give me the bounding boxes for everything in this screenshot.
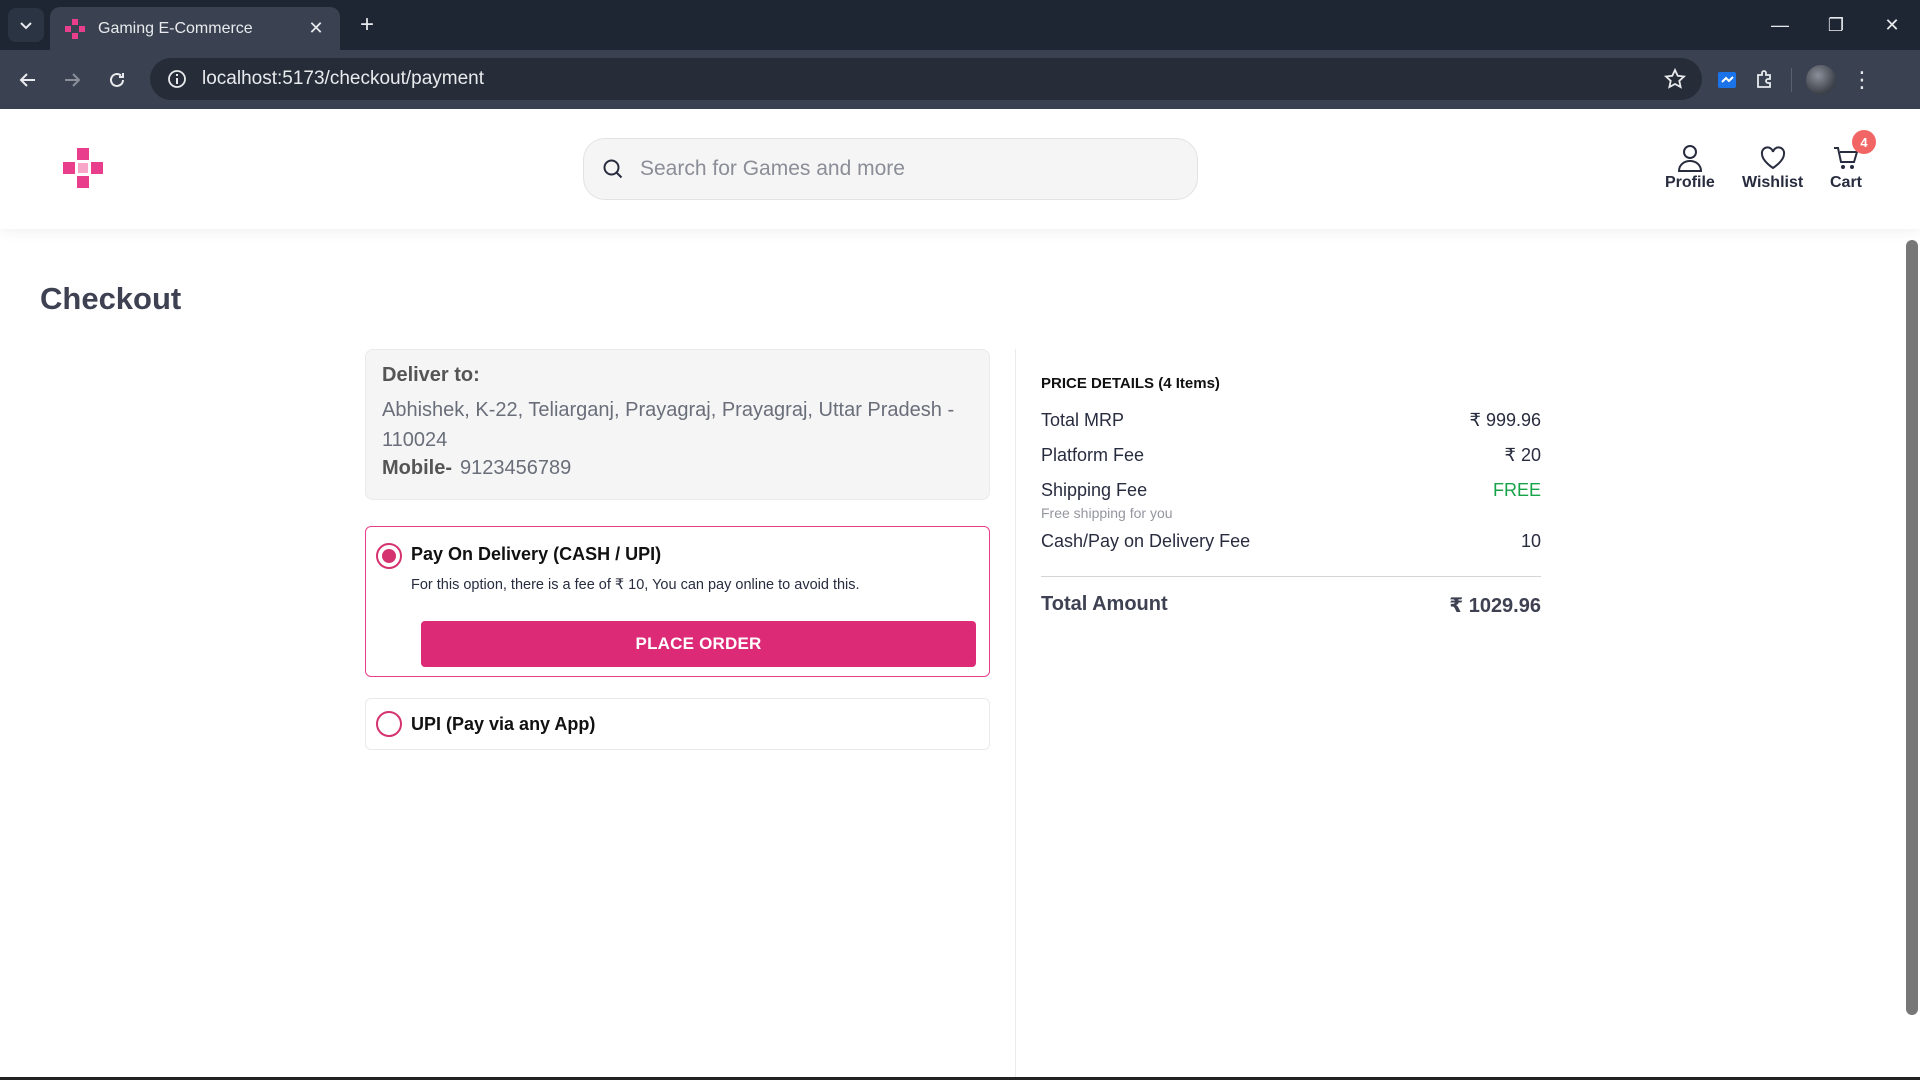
url-text: localhost:5173/checkout/payment [202,68,485,89]
reload-icon [110,72,124,87]
chevron-down-icon [20,22,32,30]
section-divider [1015,349,1016,1080]
gamepad-logo-icon[interactable] [62,147,104,189]
shipping-fee-label: Shipping Fee [1041,480,1148,500]
place-order-button[interactable]: PLACE ORDER [421,621,976,667]
page-scrollbar[interactable] [1906,240,1918,1015]
search-icon[interactable] [596,158,630,180]
toolbar-separator [1791,68,1792,92]
cart-button[interactable]: 4 Cart [1830,130,1876,192]
shipping-note: Free shipping for you [1041,505,1173,521]
total-amount-value: ₹ 1029.96 [1449,595,1541,617]
total-mrp-value: ₹ 999.96 [1469,410,1541,430]
window-close-icon[interactable]: ✕ [1864,0,1920,50]
delivery-address-card: Deliver to: Abhishek, K-22, Teliarganj, … [365,349,990,500]
platform-fee-label: Platform Fee [1041,445,1145,465]
browser-tabbar: Gaming E-Commerce ✕ + — ❐ ✕ [0,0,1920,50]
cart-label: Cart [1830,174,1863,191]
page-title: Checkout [40,281,182,316]
profile-button[interactable]: Profile [1665,144,1715,192]
site-info-icon[interactable] [156,69,198,89]
delivery-address: Abhishek, K-22, Teliarganj, Prayagraj, P… [382,399,955,451]
address-bar[interactable]: localhost:5173/checkout/payment [150,58,1702,100]
window-controls: — ❐ ✕ [1752,0,1920,50]
price-details-heading: PRICE DETAILS (4 Items) [1041,375,1220,392]
extensions-area: ⋮ [1715,62,1874,98]
cart-count-badge: 4 [1852,130,1876,154]
total-amount-row: Total Amount ₹ 1029.96 [1041,593,1541,618]
payment-option-upi[interactable]: UPI (Pay via any App) [365,698,990,750]
payment-option-cod[interactable]: Pay On Delivery (CASH / UPI) For this op… [365,526,990,677]
wishlist-label: Wishlist [1742,174,1804,191]
delivery-mobile: Mobile- 9123456789 [382,457,973,480]
total-mrp-row: Total MRP ₹ 999.96 [1041,410,1541,445]
browser-tab[interactable]: Gaming E-Commerce ✕ [50,7,340,50]
more-menu-icon[interactable]: ⋮ [1850,67,1874,93]
search-input[interactable] [638,156,1197,182]
deliver-to-label: Deliver to: [382,364,480,386]
gamepad-favicon-icon [65,18,85,39]
platform-fee-value: ₹ 20 [1504,445,1541,465]
new-tab-button[interactable]: + [352,10,382,40]
cod-fee-row: Cash/Pay on Delivery Fee 10 [1041,531,1541,566]
back-button[interactable] [12,64,44,96]
price-details: PRICE DETAILS (4 Items) Total MRP ₹ 999.… [1041,375,1541,618]
site-header: Profile Wishlist 4 Cart [0,109,1920,229]
shipping-fee-value: FREE [1492,480,1541,500]
total-mrp-label: Total MRP [1041,410,1125,430]
arrow-left-icon [19,73,35,87]
extension-app-icon[interactable] [1715,68,1739,92]
cod-radio[interactable] [376,543,402,569]
cod-fee-value: 10 [1520,531,1541,551]
browser-toolbar: localhost:5173/checkout/payment ⋮ [0,50,1920,109]
bookmark-star-icon[interactable] [1654,68,1696,90]
tab-title: Gaming E-Commerce [98,19,253,37]
total-amount-label: Total Amount [1041,593,1168,615]
price-divider [1041,576,1541,577]
forward-button[interactable] [56,64,88,96]
upi-option-label: UPI (Pay via any App) [411,714,596,734]
search-bar [583,138,1198,200]
upi-radio[interactable] [376,711,402,737]
extensions-puzzle-icon[interactable] [1753,68,1777,92]
minimize-icon[interactable]: — [1752,0,1808,50]
tab-search-button[interactable] [8,8,44,42]
user-icon [1677,145,1702,172]
reload-button[interactable] [101,64,133,96]
wishlist-button[interactable]: Wishlist [1742,144,1803,192]
platform-fee-row: Platform Fee ₹ 20 [1041,445,1541,480]
profile-label: Profile [1665,174,1715,191]
cod-fee-note: For this option, there is a fee of ₹ 10,… [411,577,860,593]
profile-avatar[interactable] [1806,65,1836,95]
restore-icon[interactable]: ❐ [1808,0,1864,50]
tab-close-icon[interactable]: ✕ [306,18,326,39]
mobile-label: Mobile- [382,457,452,479]
mobile-number: 9123456789 [460,457,572,479]
arrow-right-icon [65,73,81,87]
cod-fee-label: Cash/Pay on Delivery Fee [1041,531,1251,551]
heart-icon [1760,146,1785,170]
cod-option-label: Pay On Delivery (CASH / UPI) [411,544,662,564]
